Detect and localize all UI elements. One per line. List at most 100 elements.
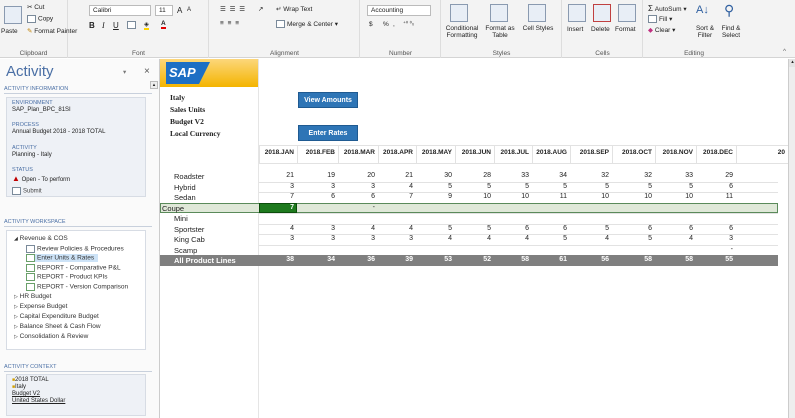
data-cell[interactable]: 33	[494, 172, 529, 179]
data-cell[interactable]: 4	[378, 225, 413, 232]
data-cell[interactable]: 6	[696, 225, 733, 232]
currency-button[interactable]: $	[369, 21, 373, 28]
data-cell[interactable]: 20	[338, 172, 375, 179]
data-cell[interactable]: 6	[655, 225, 693, 232]
italic-button[interactable]: I	[102, 21, 105, 30]
tree-revenue-cos[interactable]: ◢ Revenue & COS	[14, 235, 68, 242]
merge-center-button[interactable]: Merge & Center ▾	[276, 20, 338, 29]
data-cell[interactable]: 53	[416, 256, 452, 263]
data-cell[interactable]: 7	[259, 193, 294, 200]
format-icon[interactable]	[618, 4, 636, 22]
percent-button[interactable]: %	[383, 21, 389, 28]
conditional-formatting-button[interactable]: Conditional Formatting	[442, 25, 482, 39]
data-cell[interactable]: 3	[297, 183, 335, 190]
underline-button[interactable]: U	[113, 21, 119, 30]
data-cell[interactable]: 11	[696, 193, 733, 200]
data-cell[interactable]: 21	[259, 172, 294, 179]
scroll-up-arrow-icon[interactable]: ▴	[789, 59, 795, 67]
data-cell[interactable]: 5	[655, 183, 693, 190]
conditional-formatting-icon[interactable]	[450, 4, 468, 22]
orientation-button[interactable]: ↗	[258, 5, 263, 13]
grow-font-button[interactable]: A	[177, 6, 182, 15]
data-cell[interactable]: 10	[570, 193, 609, 200]
data-cell[interactable]: 4	[378, 183, 413, 190]
data-cell[interactable]: 34	[297, 256, 335, 263]
font-size-combo[interactable]: 11	[155, 5, 173, 16]
spreadsheet[interactable]: SAP Italy Sales Units Budget V2 Local Cu…	[160, 59, 788, 418]
context-item[interactable]: Budget V2	[12, 391, 40, 397]
tree-balance-sheet[interactable]: ▷ Balance Sheet & Cash Flow	[14, 323, 101, 330]
data-cell[interactable]: 4	[338, 225, 375, 232]
data-cell[interactable]: 38	[259, 256, 294, 263]
data-cell[interactable]: 5	[416, 225, 452, 232]
paste-button[interactable]: Paste	[1, 28, 18, 35]
data-cell[interactable]: 32	[570, 172, 609, 179]
data-cell[interactable]: 3	[338, 235, 375, 242]
data-cell[interactable]: 4	[655, 235, 693, 242]
comma-button[interactable]: ,	[393, 21, 395, 28]
cell-styles-icon[interactable]	[528, 4, 546, 22]
data-cell[interactable]: 5	[612, 235, 652, 242]
format-table-icon[interactable]	[490, 4, 508, 22]
fill-button[interactable]: Fill ▾	[648, 15, 672, 24]
data-cell[interactable]: 5	[612, 183, 652, 190]
data-cell[interactable]: 6	[696, 183, 733, 190]
magnifier-icon[interactable]: ⚲	[724, 2, 734, 19]
sort-icon[interactable]: A↓	[696, 4, 709, 16]
data-cell[interactable]: 30	[416, 172, 452, 179]
data-cell[interactable]: 6	[612, 225, 652, 232]
data-cell[interactable]: 3	[378, 235, 413, 242]
data-cell[interactable]: 52	[455, 256, 491, 263]
data-cell[interactable]: 5	[494, 183, 529, 190]
clear-button[interactable]: ◆ Clear ▾	[648, 26, 675, 34]
data-cell[interactable]: 4	[416, 235, 452, 242]
delete-button[interactable]: Delete	[591, 26, 610, 33]
data-cell[interactable]: 11	[532, 193, 567, 200]
bold-button[interactable]: B	[89, 21, 95, 30]
tree-consolidation[interactable]: ▷ Consolidation & Review	[14, 333, 88, 340]
align-left-buttons[interactable]: ≡ ≡ ≡	[220, 20, 240, 27]
data-cell[interactable]: 28	[455, 172, 491, 179]
data-cell[interactable]: 5	[570, 225, 609, 232]
shrink-font-button[interactable]: A	[187, 7, 191, 13]
data-cell[interactable]: 4	[494, 235, 529, 242]
close-icon[interactable]: ×	[144, 66, 150, 77]
data-cell[interactable]: 4	[455, 235, 491, 242]
data-cell[interactable]: 7	[378, 193, 413, 200]
decimal-buttons[interactable]: ⁺⁰ ⁰₀	[403, 21, 414, 27]
data-cell[interactable]: -	[338, 204, 375, 211]
context-item[interactable]: United States Dollar	[12, 398, 65, 404]
tree-report-kpis[interactable]: REPORT - Product KPIs	[26, 273, 108, 281]
data-cell[interactable]: 19	[297, 172, 335, 179]
format-as-table-button[interactable]: Format as Table	[482, 25, 518, 39]
cell-styles-button[interactable]: Cell Styles	[522, 25, 554, 32]
data-cell[interactable]: 10	[494, 193, 529, 200]
tree-report-comparative[interactable]: REPORT - Comparative P&L	[26, 264, 121, 272]
data-cell[interactable]: 5	[455, 183, 491, 190]
data-cell[interactable]: 29	[696, 172, 733, 179]
vertical-scrollbar[interactable]: ▴	[788, 59, 795, 418]
data-cell[interactable]: 3	[338, 183, 375, 190]
data-cell[interactable]: 7	[259, 204, 294, 211]
autosum-button[interactable]: Σ AutoSum ▾	[648, 4, 687, 13]
data-cell[interactable]: 3	[297, 235, 335, 242]
data-cell[interactable]: 61	[532, 256, 567, 263]
data-cell[interactable]: 10	[455, 193, 491, 200]
sort-filter-button[interactable]: Sort & Filter	[692, 25, 718, 39]
data-cell[interactable]: 58	[612, 256, 652, 263]
data-cell[interactable]: 58	[655, 256, 693, 263]
data-cell[interactable]: 6	[297, 193, 335, 200]
data-cell[interactable]: 10	[655, 193, 693, 200]
fill-color-button[interactable]: ◈	[144, 20, 149, 30]
tree-hr-budget[interactable]: ▷ HR Budget	[14, 293, 51, 300]
data-cell[interactable]: 4	[259, 225, 294, 232]
tree-expense-budget[interactable]: ▷ Expense Budget	[14, 303, 67, 310]
format-button[interactable]: Format	[615, 26, 636, 33]
paste-icon[interactable]	[4, 6, 22, 24]
data-cell[interactable]: 5	[570, 183, 609, 190]
data-cell[interactable]: 56	[570, 256, 609, 263]
panel-menu-chevron-icon[interactable]: ▾	[123, 68, 126, 76]
data-cell[interactable]: 6	[494, 225, 529, 232]
data-cell[interactable]: 36	[338, 256, 375, 263]
enter-rates-button[interactable]: Enter Rates	[298, 125, 358, 141]
